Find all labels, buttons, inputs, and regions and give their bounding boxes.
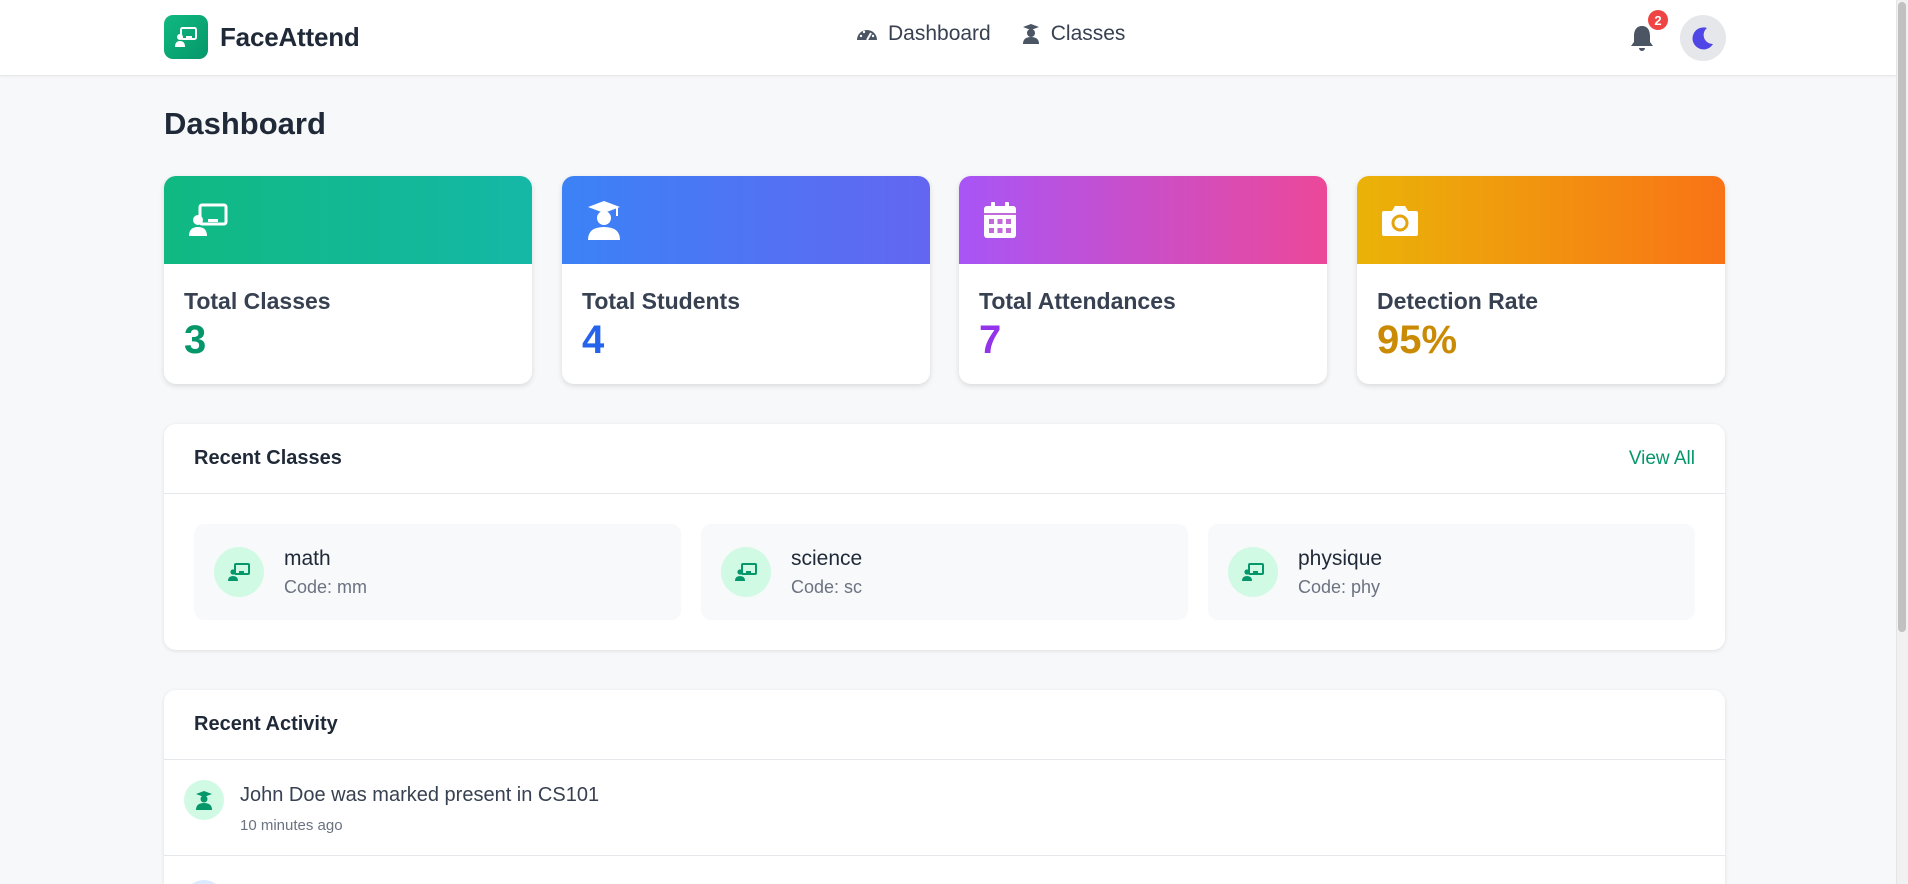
stats-row: Total Classes 3 Total Students 4 Total A… [164,176,1725,384]
activity-item: John Doe was marked present in CS101 10 … [164,760,1725,856]
class-name: science [791,546,863,570]
class-name: physique [1298,546,1383,570]
stat-card-total-attendances: Total Attendances 7 [959,176,1327,384]
activity-text: John Doe was marked present in CS101 [240,784,600,806]
recent-classes-header: Recent Classes View All [164,424,1725,494]
notifications-button[interactable]: 2 [1626,10,1668,54]
graduate-icon [184,780,224,820]
stat-label: Total Students [582,288,741,314]
nav-classes[interactable]: Classes [1021,22,1126,46]
calendar-icon [984,202,1016,238]
chalkboard-teacher-icon [189,203,228,236]
moon-icon [1692,27,1713,50]
recent-activity-panel: Recent Activity John Doe was marked pres… [164,690,1725,884]
brand-name: FaceAttend [220,21,360,52]
recent-classes-panel: Recent Classes View All math Code: mm sc… [164,424,1725,650]
class-name: math [284,546,331,570]
stat-card-total-students: Total Students 4 [562,176,930,384]
class-card-science[interactable]: science Code: sc [701,524,1188,620]
page-scrollbar[interactable] [1896,0,1908,884]
stat-card-detection-rate: Detection Rate 95% [1357,176,1725,384]
stat-value: 4 [582,318,605,362]
chalkboard-teacher-icon [164,15,208,59]
class-code: Code: mm [284,576,368,597]
recent-classes-title: Recent Classes [194,447,342,469]
chalkboard-teacher-icon [721,547,771,597]
main-nav: Dashboard Classes [856,22,1125,46]
class-card-math[interactable]: math Code: mm [194,524,681,620]
camera-icon [1382,206,1418,236]
graduate-icon [1022,24,1039,44]
class-code: Code: sc [791,576,863,597]
activity-time: 10 minutes ago [240,817,343,834]
chalkboard-teacher-icon [1228,547,1278,597]
notification-badge: 2 [1648,10,1668,30]
brand-link[interactable]: FaceAttend [164,15,360,59]
view-all-link[interactable]: View All [1629,448,1695,470]
stat-value: 7 [979,318,1002,362]
stat-card-total-classes: Total Classes 3 [164,176,532,384]
class-code: Code: phy [1298,576,1381,597]
stat-card-header [959,176,1327,264]
dashboard-gauge-icon [857,30,877,41]
theme-toggle-button[interactable] [1680,15,1726,61]
stat-label: Total Classes [184,288,331,314]
stat-value: 3 [184,318,207,362]
stat-card-header [562,176,930,264]
recent-activity-header: Recent Activity [164,690,1725,760]
top-navbar: FaceAttend Dashboard Classes 2 [0,0,1896,76]
graduate-icon [588,201,620,240]
activity-avatar-icon [184,880,224,884]
scrollbar-thumb[interactable] [1898,2,1906,632]
stat-label: Total Attendances [979,288,1176,314]
nav-dashboard-label: Dashboard [888,22,991,45]
stat-value: 95% [1377,318,1458,362]
stat-label: Detection Rate [1377,288,1539,314]
page-title: Dashboard [164,106,326,141]
chalkboard-teacher-icon [214,547,264,597]
recent-activity-title: Recent Activity [194,713,338,735]
nav-dashboard[interactable]: Dashboard [856,22,991,46]
stat-card-header [164,176,532,264]
bell-icon [1631,26,1653,51]
class-list: math Code: mm science Code: sc physique … [164,494,1725,650]
stat-card-header [1357,176,1725,264]
nav-classes-label: Classes [1050,22,1126,45]
class-card-physique[interactable]: physique Code: phy [1208,524,1695,620]
